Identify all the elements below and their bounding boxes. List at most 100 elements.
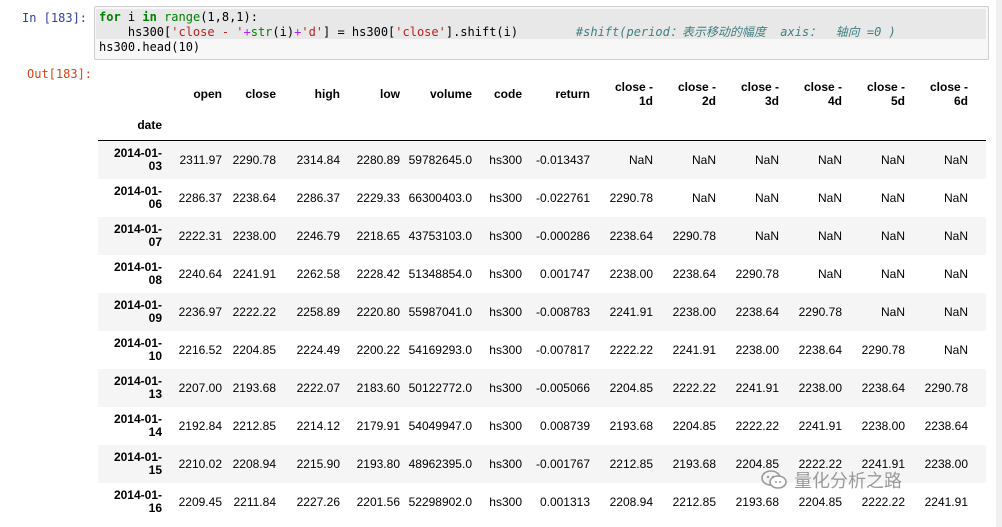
table-cell: 2290.78 <box>861 342 905 357</box>
table-cell: 2210.02 <box>178 456 222 471</box>
table-cell: 2286.37 <box>178 190 222 205</box>
table-cell: 2290.78 <box>972 407 986 445</box>
table-cell: 2238.64 <box>798 342 842 357</box>
index-row-spacer <box>594 118 657 141</box>
table-cell: 2179.91 <box>356 418 400 433</box>
table-cell: -0.005066 <box>535 380 590 395</box>
table-row: 2014-01- 10 2216.52 2204.85 2224.49 2200.22 54… <box>98 331 986 369</box>
column-header: code <box>493 87 522 101</box>
table-row: 2014-01- 06 2286.37 2238.64 2286.37 2229.33 66… <box>98 179 986 217</box>
table-cell: 2193.80 <box>356 456 400 471</box>
table-cell: 2208.94 <box>609 494 653 509</box>
table-cell: 2238.64 <box>972 445 986 483</box>
table-cell: 2222.31 <box>178 228 222 243</box>
index-row-spacer <box>909 118 972 141</box>
table-cell: -0.022761 <box>535 190 590 205</box>
table-cell: NaN <box>943 190 968 205</box>
row-index-date: 2014-01- 09 <box>113 297 162 325</box>
table-cell: 2201.56 <box>356 494 400 509</box>
table-cell: 2229.33 <box>356 190 400 205</box>
table-cell: 2204.85 <box>672 418 716 433</box>
column-header: close -5d <box>866 80 905 108</box>
table-cell: 0.001313 <box>539 494 590 509</box>
table-cell: 2238.00 <box>735 342 779 357</box>
table-cell: 2216.52 <box>178 342 222 357</box>
index-row-spacer <box>657 118 720 141</box>
table-cell: 2228.42 <box>356 266 400 281</box>
table-cell: 2193.68 <box>672 456 716 471</box>
table-cell: 2241.91 <box>672 342 716 357</box>
row-index-date: 2014-01- 06 <box>113 183 162 211</box>
code-line-2: hs300['close - '+str(i)+'d'] = hs300['cl… <box>99 25 896 39</box>
table-cell: 2200.22 <box>356 342 400 357</box>
table-row: 2014-01- 09 2236.97 2222.22 2258.89 2220.80 55… <box>98 292 986 331</box>
table-cell: 2204.85 <box>232 342 276 357</box>
index-row-spacer <box>280 118 344 141</box>
table-cell: 2192.84 <box>178 418 222 433</box>
table-cell: 2246.79 <box>296 228 340 243</box>
table-cell: 2222.22 <box>232 304 276 319</box>
table-cell: 2280.89 <box>356 152 400 167</box>
code-cell-editor[interactable]: for i in range(1,8,1): hs300['close - '+… <box>94 6 989 60</box>
table-cell: NaN <box>880 152 905 167</box>
table-cell: NaN <box>972 331 986 369</box>
table-cell: NaN <box>943 152 968 167</box>
table-cell: 51348854.0 <box>408 266 472 281</box>
column-header: high <box>314 87 340 101</box>
table-cell: 2238.64 <box>672 266 716 281</box>
notebook-scrollbar[interactable] <box>996 0 1002 527</box>
table-cell: -0.001767 <box>535 456 590 471</box>
index-row-spacer <box>166 118 226 141</box>
table-cell: 2238.00 <box>972 483 986 521</box>
column-header: low <box>380 87 400 101</box>
table-cell: NaN <box>943 342 968 357</box>
table-cell: NaN <box>972 293 986 331</box>
table-cell: 52298902.0 <box>408 494 472 509</box>
input-prompt: In [183]: <box>22 11 88 25</box>
index-row-spacer <box>344 118 404 141</box>
table-row: 2014-01- 13 2207.00 2193.68 2222.07 2183.60 50… <box>98 368 986 407</box>
table-cell: 0.008739 <box>539 418 590 433</box>
code-line-1: for i in range(1,8,1): <box>99 10 258 24</box>
table-cell: 2238.64 <box>924 418 968 433</box>
table-cell: 2215.90 <box>296 456 340 471</box>
table-cell: 2290.78 <box>672 228 716 243</box>
table-cell: NaN <box>880 266 905 281</box>
table-cell: -0.000286 <box>535 228 590 243</box>
table-cell: 2258.89 <box>296 304 340 319</box>
table-cell: NaN <box>972 369 986 407</box>
index-row-spacer <box>526 118 594 141</box>
table-cell: hs300 <box>489 380 522 395</box>
table-cell: 2290.78 <box>798 304 842 319</box>
table-cell: NaN <box>943 304 968 319</box>
index-header-blank <box>98 70 166 118</box>
table-cell: 54049947.0 <box>408 418 472 433</box>
row-index-date: 2014-01- 10 <box>113 335 162 363</box>
row-index-date: 2014-01- 07 <box>113 221 162 249</box>
code-line-3: hs300.head(10) <box>99 40 201 54</box>
table-cell: 2290.78 <box>924 380 968 395</box>
table-cell: 2222.22 <box>672 380 716 395</box>
row-index-date: 2014-01- 08 <box>113 259 162 287</box>
column-header: close <box>245 87 276 101</box>
index-name: date <box>137 118 162 132</box>
table-cell: hs300 <box>489 190 522 205</box>
table-cell: NaN <box>972 217 986 255</box>
table-cell: 2241.91 <box>735 380 779 395</box>
table-cell: NaN <box>972 179 986 217</box>
table-row: 2014-01- 08 2240.64 2241.91 2262.58 2228.42 51… <box>98 255 986 293</box>
index-row-spacer <box>720 118 783 141</box>
table-row: 2014-01- 14 2192.84 2212.85 2214.12 2179.91 54… <box>98 407 986 445</box>
index-row-spacer <box>972 118 986 141</box>
table-cell: 2238.00 <box>924 456 968 471</box>
table-cell: 48962395.0 <box>408 456 472 471</box>
table-cell: hs300 <box>489 228 522 243</box>
output-prompt: Out[183]: <box>27 67 93 81</box>
table-cell: 2238.00 <box>672 304 716 319</box>
table-cell: 2238.00 <box>609 266 653 281</box>
table-cell: hs300 <box>489 418 522 433</box>
index-row-spacer <box>404 118 476 141</box>
table-cell: 2241.91 <box>609 304 653 319</box>
table-cell: 2222.07 <box>296 380 340 395</box>
table-cell: NaN <box>972 255 986 293</box>
